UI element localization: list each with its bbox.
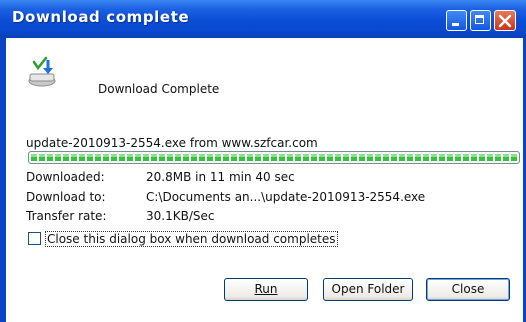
open-folder-button[interactable]: Open Folder	[323, 278, 413, 301]
download-progress-bar	[28, 151, 520, 164]
close-button-label: Close	[451, 282, 485, 296]
downloaded-value: 20.8MB in 11 min 40 sec	[146, 170, 295, 184]
downloaded-label: Downloaded:	[26, 170, 105, 184]
run-button-label: Run	[254, 282, 278, 296]
transfer-rate-value: 30.1KB/Sec	[146, 209, 215, 223]
title-bar[interactable]: Download complete	[0, 0, 526, 38]
close-icon	[498, 14, 512, 28]
download-to-label: Download to:	[26, 190, 106, 204]
download-to-value: C:\Documents an...\update-2010913-2554.e…	[146, 190, 426, 204]
window-title: Download complete	[12, 8, 190, 26]
close-button[interactable]: Close	[426, 278, 510, 301]
download-complete-icon	[26, 56, 60, 90]
close-on-complete-checkbox[interactable]	[28, 232, 41, 245]
dialog-body: Download Complete update-2010913-2554.ex…	[3, 38, 523, 322]
close-on-complete-label[interactable]: Close this dialog box when download comp…	[45, 231, 338, 247]
run-button[interactable]: Run	[224, 278, 308, 301]
download-heading: Download Complete	[98, 82, 220, 96]
maximize-button[interactable]	[470, 10, 491, 31]
minimize-button[interactable]	[446, 10, 467, 31]
progress-fill	[31, 154, 517, 161]
filename-source: update-2010913-2554.exe from www.szfcar.…	[26, 136, 318, 150]
close-window-button[interactable]	[494, 10, 516, 31]
transfer-rate-label: Transfer rate:	[26, 209, 107, 223]
open-folder-button-label: Open Folder	[331, 282, 405, 296]
download-dialog-window: Download complete Download Complete upda…	[0, 0, 526, 322]
